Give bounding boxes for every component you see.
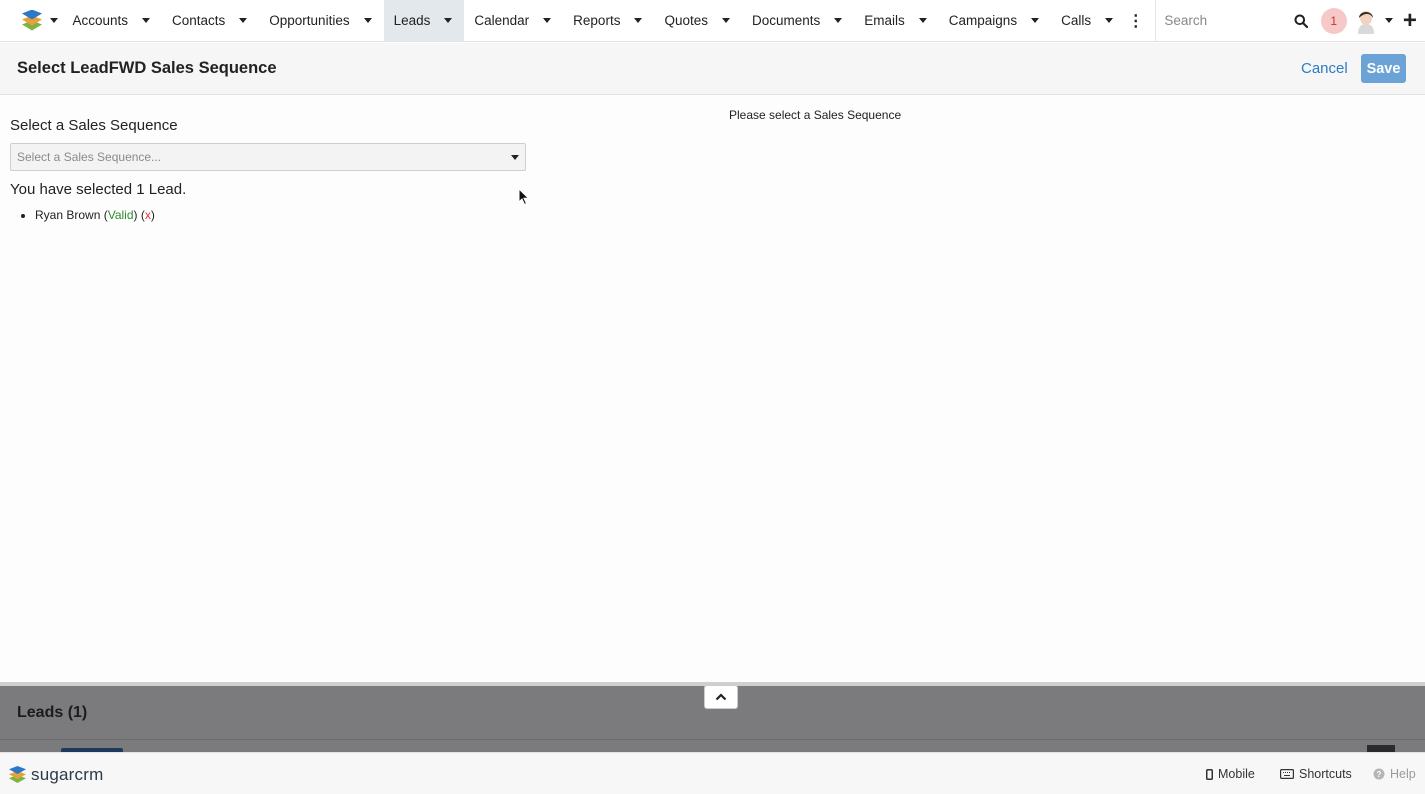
top-navigation: Accounts Contacts Opportunities Leads Calend… xyxy=(0,0,1425,42)
nav-tab-label: Calls xyxy=(1061,13,1092,28)
sugar-logo-icon xyxy=(7,766,27,784)
mobile-label: Mobile xyxy=(1218,767,1255,781)
search-icon[interactable] xyxy=(1294,14,1309,28)
lead-name: Ryan Brown xyxy=(35,208,101,222)
user-menu[interactable] xyxy=(1351,0,1394,41)
list-item: Ryan Brown (Valid) (x) xyxy=(35,208,155,222)
page-header: Select LeadFWD Sales Sequence Cancel Sav… xyxy=(0,43,1425,95)
chevron-down-icon[interactable] xyxy=(239,18,248,23)
selected-leads-list: Ryan Brown (Valid) (x) xyxy=(35,208,155,222)
search-input[interactable] xyxy=(1164,13,1295,28)
mobile-link[interactable]: Mobile xyxy=(1206,767,1255,781)
nav-tab-label: Contacts xyxy=(172,13,226,28)
chevron-down-icon[interactable] xyxy=(634,18,643,23)
svg-text:?: ? xyxy=(1377,770,1382,779)
nav-tab-label: Accounts xyxy=(72,13,128,28)
nav-tab-calendar[interactable]: Calendar xyxy=(464,0,563,41)
lead-status: Valid xyxy=(107,208,134,222)
chevron-down-icon[interactable] xyxy=(834,18,843,23)
selected-count-text: You have selected 1 Lead. xyxy=(10,181,187,198)
nav-tab-leads[interactable]: Leads xyxy=(383,0,465,41)
help-label: Help xyxy=(1390,767,1416,781)
nav-tab-campaigns[interactable]: Campaigns xyxy=(939,0,1051,41)
drawer-toggle-button[interactable] xyxy=(704,685,738,709)
chevron-down-icon xyxy=(50,18,58,23)
page-title: Select LeadFWD Sales Sequence xyxy=(17,59,277,77)
footer: sugarcrm Mobile Shortcuts ? Help xyxy=(0,752,1425,794)
remove-lead-button[interactable]: x xyxy=(145,208,151,222)
nav-tab-documents[interactable]: Documents xyxy=(742,0,854,41)
chevron-down-icon xyxy=(1385,18,1394,23)
nav-tab-contacts[interactable]: Contacts xyxy=(162,0,259,41)
help-link[interactable]: ? Help xyxy=(1373,767,1416,781)
nav-tab-quotes[interactable]: Quotes xyxy=(654,0,742,41)
select-placeholder: Select a Sales Sequence... xyxy=(17,150,162,164)
notifications-button[interactable]: 1 xyxy=(1316,0,1351,41)
drawer-control-hint xyxy=(1367,745,1395,752)
save-button[interactable]: Save xyxy=(1361,54,1406,83)
chevron-down-icon[interactable] xyxy=(1105,18,1114,23)
nav-tab-label: Documents xyxy=(751,13,821,28)
nav-tab-label: Opportunities xyxy=(269,13,350,28)
nav-tab-opportunities[interactable]: Opportunities xyxy=(259,0,383,41)
nav-tab-calls[interactable]: Calls xyxy=(1051,0,1125,41)
nav-tab-reports[interactable]: Reports xyxy=(563,0,654,41)
notification-badge: 1 xyxy=(1320,7,1347,34)
more-modules-icon[interactable]: ⋮ xyxy=(1125,0,1146,41)
nav-tab-label: Calendar xyxy=(474,13,530,28)
chevron-down-icon[interactable] xyxy=(142,18,150,23)
avatar xyxy=(1358,10,1375,34)
nav-tab-emails[interactable]: Emails xyxy=(854,0,939,41)
shortcuts-link[interactable]: Shortcuts xyxy=(1280,767,1352,781)
cancel-button[interactable]: Cancel xyxy=(1301,60,1348,77)
shortcuts-label: Shortcuts xyxy=(1299,767,1352,781)
chevron-down-icon[interactable] xyxy=(918,18,927,23)
chevron-down-icon[interactable] xyxy=(1031,18,1040,23)
quick-create-icon[interactable]: + xyxy=(1395,0,1425,41)
nav-tab-label: Reports xyxy=(573,13,621,28)
drawer-separator xyxy=(0,739,1425,740)
drawer-title: Leads (1) xyxy=(17,704,88,721)
chevron-down-icon[interactable] xyxy=(444,18,453,23)
sales-sequence-select[interactable]: Select a Sales Sequence... xyxy=(10,143,526,171)
mouse-cursor-icon xyxy=(518,188,530,206)
nav-tab-label: Quotes xyxy=(664,13,708,28)
chevron-down-icon[interactable] xyxy=(721,18,730,23)
help-icon: ? xyxy=(1373,768,1385,780)
preview-message: Please select a Sales Sequence xyxy=(729,108,902,122)
sugar-logo-icon xyxy=(20,9,44,32)
chevron-up-icon xyxy=(715,693,727,701)
chevron-down-icon[interactable] xyxy=(543,18,552,23)
chevron-down-icon[interactable] xyxy=(363,18,372,23)
mobile-icon xyxy=(1206,768,1213,780)
brand-name: sugarcrm xyxy=(31,765,104,784)
nav-tab-accounts[interactable]: Accounts xyxy=(62,0,162,41)
sales-sequence-label: Select a Sales Sequence xyxy=(10,117,178,134)
keyboard-icon xyxy=(1280,769,1294,779)
module-tabs: Accounts Contacts Opportunities Leads Calend… xyxy=(62,0,1125,41)
footer-brand[interactable]: sugarcrm xyxy=(7,765,103,785)
global-search xyxy=(1155,0,1316,41)
app-logo-menu[interactable] xyxy=(0,0,62,41)
chevron-down-icon xyxy=(511,154,519,160)
nav-tab-label: Emails xyxy=(864,13,905,28)
nav-tab-label: Leads xyxy=(393,13,431,28)
nav-tab-label: Campaigns xyxy=(948,13,1018,28)
